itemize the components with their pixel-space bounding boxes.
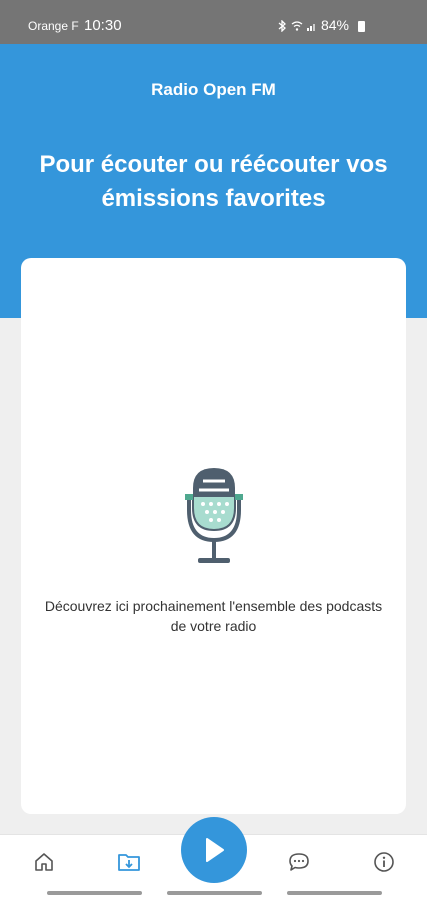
bluetooth-icon	[278, 20, 286, 32]
chat-icon	[289, 853, 309, 871]
microphone-icon	[185, 468, 243, 563]
gesture-bar-center	[167, 891, 262, 895]
signal-icon	[307, 24, 315, 31]
nav-messages[interactable]	[284, 847, 314, 877]
nav-info[interactable]	[369, 847, 399, 877]
play-button[interactable]	[181, 817, 247, 883]
nav-home[interactable]	[29, 847, 59, 877]
app-title: Radio Open FM	[151, 80, 276, 99]
gesture-bar-right	[287, 891, 382, 895]
podcasts-card: Découvrez ici prochainement l'ensemble d…	[21, 258, 406, 814]
play-icon	[206, 838, 224, 862]
nav-podcasts[interactable]	[114, 847, 144, 877]
podcast-download-icon	[118, 854, 140, 871]
info-icon	[374, 852, 394, 872]
battery-level: 84%	[320, 17, 349, 33]
status-bar: Orange F 10:30 84%	[0, 0, 427, 44]
wifi-icon	[291, 21, 303, 31]
carrier-name: Orange F	[28, 19, 79, 33]
battery-icon	[358, 21, 365, 32]
home-icon	[35, 853, 53, 871]
gesture-bar-left	[47, 891, 142, 895]
status-icons	[277, 20, 317, 32]
page-headline: Pour écouter ou réécouter vos émissions …	[39, 151, 388, 212]
status-time: 10:30	[84, 17, 122, 34]
coming-soon-message: Découvrez ici prochainement l'ensemble d…	[44, 598, 383, 634]
